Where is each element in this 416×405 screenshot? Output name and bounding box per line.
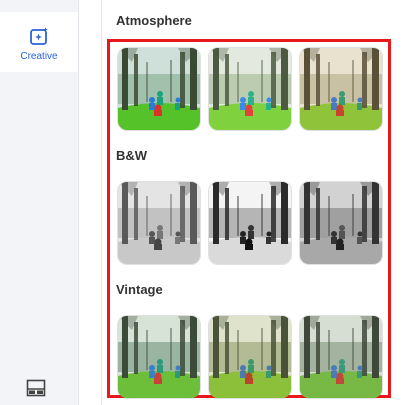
sidebar-item-creative[interactable]: Creative — [0, 12, 78, 72]
panel-layout-icon[interactable] — [26, 379, 46, 397]
filter-thumbnail[interactable] — [118, 316, 200, 398]
section-title-atmosphere: Atmosphere — [116, 13, 192, 28]
filter-thumbnail[interactable] — [300, 48, 382, 130]
sparkle-image-icon — [30, 27, 48, 45]
filter-thumbnail[interactable] — [300, 316, 382, 398]
sidebar: Creative — [0, 0, 79, 405]
filter-thumbnail[interactable] — [209, 48, 291, 130]
filter-thumbnail[interactable] — [118, 48, 200, 130]
filter-thumbnail[interactable] — [209, 182, 291, 264]
filter-thumbnail[interactable] — [118, 182, 200, 264]
sidebar-item-label: Creative — [20, 51, 58, 62]
filter-thumbnail[interactable] — [300, 182, 382, 264]
filter-panel: Atmosphere B&W Vintage — [102, 0, 416, 405]
filter-thumbnail[interactable] — [209, 316, 291, 398]
